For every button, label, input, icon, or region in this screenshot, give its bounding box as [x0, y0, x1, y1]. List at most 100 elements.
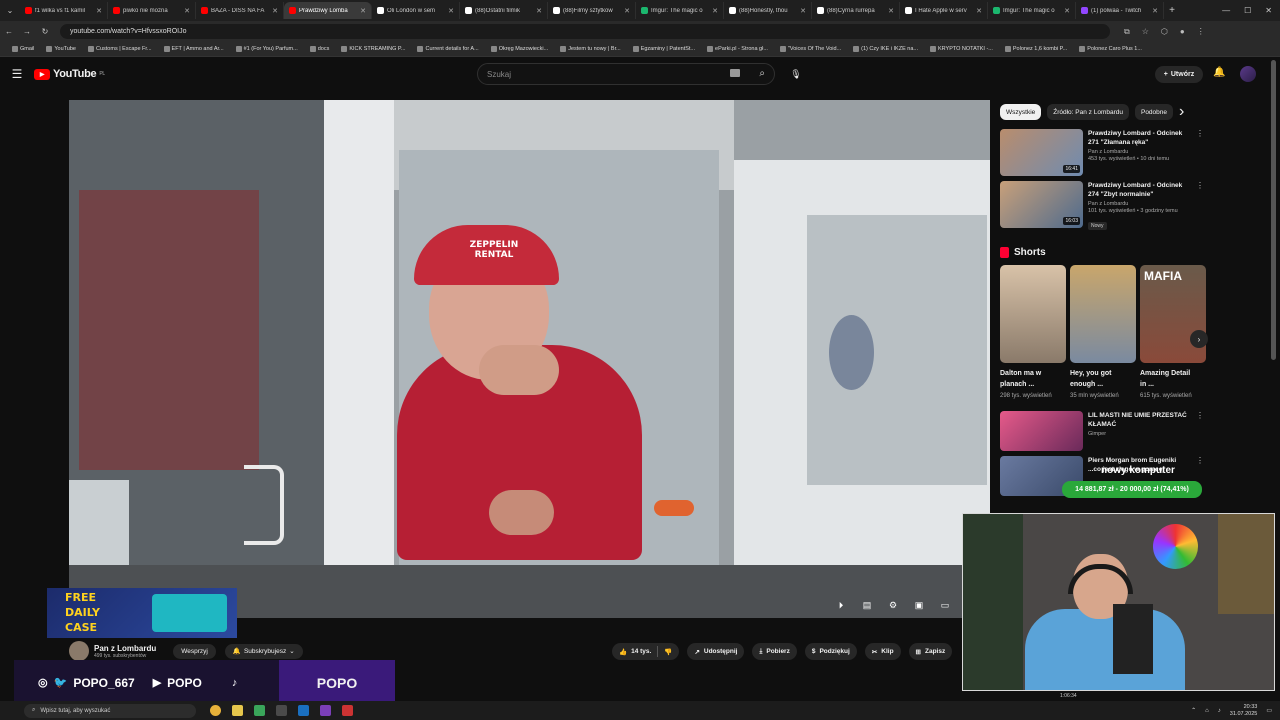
chips-next-arrow-icon[interactable]: ›	[1179, 103, 1184, 121]
browser-tab[interactable]: Imgur: The magic o ✕	[988, 2, 1076, 19]
chrome-menu-icon[interactable]: ⋮	[1197, 27, 1205, 37]
short-item[interactable]: Dalton ma w planach ... 298 tys. wyświetl…	[1000, 265, 1066, 401]
recommendation-title[interactable]: Prawdziwy Lombard - Odcinek 274 "Zbyt no…	[1088, 181, 1188, 199]
maximize-icon[interactable]: ☐	[1244, 6, 1251, 15]
video-player[interactable]: ZEPPELIN RENTAL	[69, 100, 990, 618]
miniplayer-icon[interactable]: ▣	[913, 600, 925, 610]
chrome-app-icon[interactable]	[210, 705, 221, 716]
search-icon[interactable]: ⌕	[759, 68, 765, 79]
download-button[interactable]: ⤓ Pobierz	[752, 643, 797, 660]
browser-tab[interactable]: (88)Honestly, thou ✕	[724, 2, 812, 19]
shorts-next-arrow-icon[interactable]: ›	[1190, 330, 1208, 348]
recommendation-item[interactable]: LIL MASTI NIE UMIE PRZESTAĆ KŁAMAĆ Gimper…	[1000, 411, 1206, 451]
notifications-bell-icon[interactable]: 🔔	[1213, 67, 1225, 78]
filter-chip[interactable]: Podobne	[1134, 104, 1174, 120]
notification-center-icon[interactable]: ▭	[1266, 707, 1272, 714]
recommendation-item[interactable]: 16:03 Prawdziwy Lombard - Odcinek 274 "Zb…	[1000, 181, 1206, 230]
channel-avatar[interactable]	[69, 641, 89, 661]
browser-tab[interactable]: (88)Cyrna rurrepa ✕	[812, 2, 900, 19]
share-button[interactable]: ↗ Udostępnij	[687, 643, 745, 660]
tab-close-icon[interactable]: ✕	[976, 7, 982, 15]
more-options-icon[interactable]: ⋮	[1196, 181, 1204, 190]
volume-icon[interactable]: ♪	[1218, 708, 1221, 714]
save-button[interactable]: ⊞ Zapisz	[908, 643, 953, 660]
browser-tab[interactable]: Prawdziwy Lomba ✕	[284, 2, 372, 19]
extension-icon[interactable]: ⬡	[1161, 27, 1168, 37]
video-thumbnail[interactable]: 16:03	[1000, 181, 1083, 228]
tab-close-icon[interactable]: ✕	[536, 7, 542, 15]
channel-name[interactable]: Pan z Lombardu	[94, 644, 156, 653]
bookmark-item[interactable]: eParki.pl - Strona gł...	[703, 46, 772, 52]
subscribed-button[interactable]: 🔔 Subskrybujesz ⌄	[224, 643, 303, 659]
browser-tab[interactable]: piwko nie mozna ✕	[108, 2, 196, 19]
tab-close-icon[interactable]: ✕	[624, 7, 630, 15]
bookmark-star-icon[interactable]: ☆	[1142, 27, 1149, 37]
app-icon[interactable]	[276, 705, 287, 716]
back-icon[interactable]: ←	[0, 27, 18, 36]
settings-gear-icon[interactable]: ⚙	[887, 600, 899, 610]
recommendation-item[interactable]: 16:41 Prawdziwy Lombard - Odcinek 271 "Zł…	[1000, 129, 1206, 176]
app-icon[interactable]	[254, 705, 265, 716]
user-avatar[interactable]	[1240, 66, 1256, 82]
app-icon[interactable]	[320, 705, 331, 716]
browser-tab[interactable]: (88)Ostatni filmik ✕	[460, 2, 548, 19]
address-bar[interactable]: youtube.com/watch?v=HfvssxoROIJo	[60, 24, 1110, 39]
more-options-icon[interactable]: ⋮	[1196, 456, 1204, 465]
close-window-icon[interactable]: ✕	[1265, 6, 1272, 15]
browser-tab[interactable]: (1) polwaa - Twitch ✕	[1076, 2, 1164, 19]
recommendation-title[interactable]: Prawdziwy Lombard - Odcinek 271 "Złamana…	[1088, 129, 1188, 147]
taskbar-clock[interactable]: 20:33 31.07.2025	[1230, 704, 1258, 718]
create-button[interactable]: + Utwórz	[1155, 66, 1203, 83]
bookmark-item[interactable]: Egzaminy | PatentSt...	[629, 46, 699, 52]
tab-close-icon[interactable]: ✕	[1152, 7, 1158, 15]
bookmark-item[interactable]: KICK STREAMING P...	[337, 46, 409, 52]
more-options-icon[interactable]: ⋮	[1196, 411, 1204, 420]
explorer-app-icon[interactable]	[232, 705, 243, 716]
bookmark-item[interactable]: (1) Czy IKE i IKZE na...	[849, 46, 922, 52]
browser-tab[interactable]: BAZA - DISS NA FA ✕	[196, 2, 284, 19]
search-input[interactable]: Szukaj ⌕	[477, 63, 775, 85]
browser-tab[interactable]: Imgur: The magic o ✕	[636, 2, 724, 19]
bookmark-item[interactable]: Jestem tu nowy | Br...	[556, 46, 624, 52]
thanks-button[interactable]: $ Podziękuj	[804, 643, 857, 660]
tab-close-icon[interactable]: ✕	[888, 7, 894, 15]
filter-chip[interactable]: Wszystkie	[1000, 104, 1042, 120]
youtube-logo[interactable]: ▶ YouTube PL	[34, 68, 105, 80]
keyboard-icon[interactable]	[730, 69, 740, 77]
bookmark-item[interactable]: Polonez Caro Plus 1...	[1075, 46, 1146, 52]
bookmark-item[interactable]: Customs | Escape Fr...	[84, 46, 156, 52]
short-thumbnail[interactable]	[1070, 265, 1136, 363]
short-title[interactable]: Dalton ma w planach ...	[1000, 368, 1056, 390]
browser-tab[interactable]: f1 wilka vs f1 kamil ✕	[20, 2, 108, 19]
tab-close-icon[interactable]: ✕	[272, 7, 278, 15]
tab-close-icon[interactable]: ✕	[800, 7, 806, 15]
page-scrollbar[interactable]	[1271, 60, 1276, 360]
bookmark-item[interactable]: EFT | Ammo and Ar...	[160, 46, 228, 52]
browser-tab[interactable]: Oli London w sem ✕	[372, 2, 460, 19]
cast-icon[interactable]: ⧉	[1124, 27, 1130, 37]
browser-tab[interactable]: I Hate Apple w serv ✕	[900, 2, 988, 19]
bookmark-item[interactable]: Gmail	[8, 46, 38, 52]
tab-search-icon[interactable]: ⌄	[0, 6, 20, 15]
tab-close-icon[interactable]: ✕	[712, 7, 718, 15]
recommendation-title[interactable]: LIL MASTI NIE UMIE PRZESTAĆ KŁAMAĆ	[1088, 411, 1188, 429]
theater-mode-icon[interactable]: ▭	[939, 600, 951, 610]
bookmark-item[interactable]: Polonez 1,6 kombi P...	[1001, 46, 1071, 52]
short-thumbnail[interactable]: MAFIA	[1140, 265, 1206, 363]
bookmark-item[interactable]: Current details for A...	[413, 46, 482, 52]
new-tab-button[interactable]: +	[1164, 5, 1180, 16]
menu-hamburger-icon[interactable]: ☰	[0, 67, 34, 81]
profile-icon[interactable]: ●	[1180, 27, 1185, 37]
bookmark-item[interactable]: Okręg Mazowiecki...	[487, 46, 553, 52]
tab-close-icon[interactable]: ✕	[448, 7, 454, 15]
short-title[interactable]: Hey, you got enough ...	[1070, 368, 1126, 390]
tab-close-icon[interactable]: ✕	[184, 7, 190, 15]
bookmark-item[interactable]: YouTube	[42, 46, 80, 52]
filter-chip[interactable]: Źródło: Pan z Lombardu	[1047, 104, 1129, 120]
forward-icon[interactable]: →	[18, 27, 36, 36]
support-button[interactable]: Wesprzyj	[173, 643, 216, 659]
bookmark-item[interactable]: KRYPTO NOTATKI -...	[926, 46, 997, 52]
like-button[interactable]: 👍 14 tys. 👎	[612, 643, 680, 660]
autoplay-toggle-icon[interactable]: ⏵	[835, 600, 847, 610]
taskbar-search[interactable]: ⌕ Wpisz tutaj, aby wyszukać	[24, 703, 196, 718]
